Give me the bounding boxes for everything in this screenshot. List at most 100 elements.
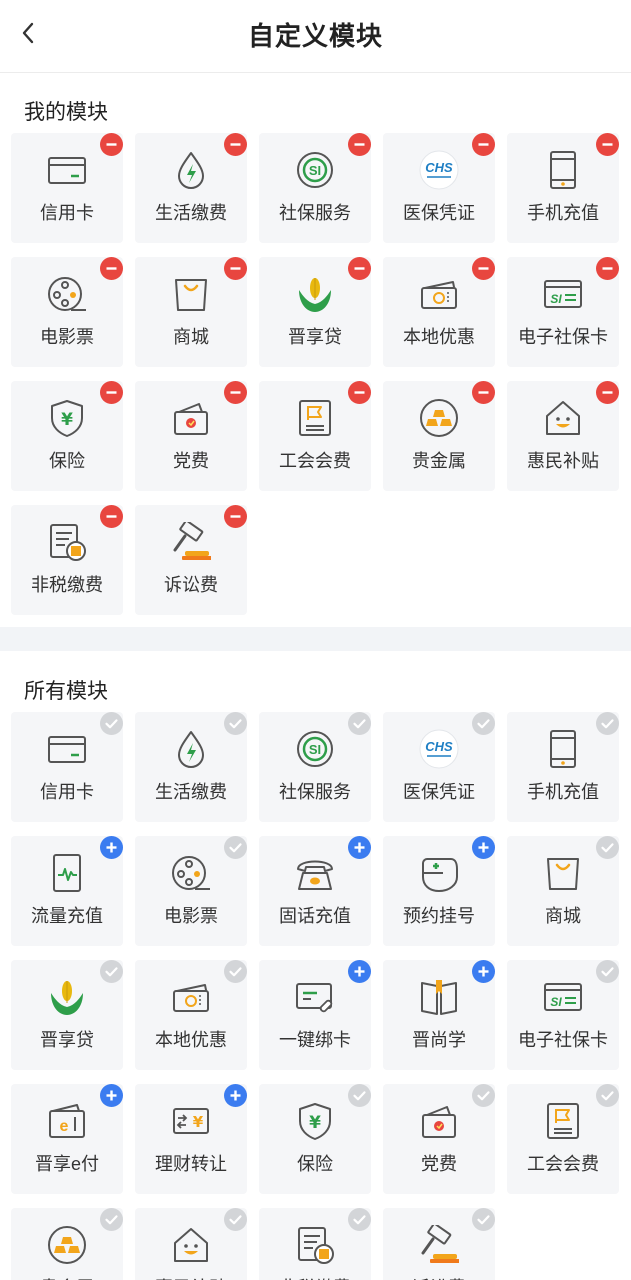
module-tile[interactable]: 非税缴费: [259, 1208, 371, 1280]
remove-badge-icon[interactable]: [100, 381, 123, 404]
added-check-badge-icon[interactable]: [224, 712, 247, 735]
remove-badge-icon[interactable]: [472, 133, 495, 156]
remove-badge-icon[interactable]: [596, 133, 619, 156]
remove-badge-icon[interactable]: [224, 505, 247, 528]
module-label: 电影票: [40, 327, 94, 347]
module-tile[interactable]: 工会会费: [259, 381, 371, 491]
module-tile[interactable]: 贵金属: [383, 381, 495, 491]
shield-yen-icon: ¥: [295, 1101, 335, 1141]
module-tile[interactable]: 商城: [135, 257, 247, 367]
shield-yen-icon: ¥: [47, 398, 87, 438]
module-tile[interactable]: 信用卡: [11, 133, 123, 243]
added-check-badge-icon[interactable]: [224, 960, 247, 983]
remove-badge-icon[interactable]: [224, 381, 247, 404]
module-tile[interactable]: 电影票: [135, 836, 247, 946]
added-check-badge-icon[interactable]: [472, 712, 495, 735]
remove-badge-icon[interactable]: [348, 381, 371, 404]
module-tile[interactable]: 固话充值: [259, 836, 371, 946]
remove-badge-icon[interactable]: [348, 257, 371, 280]
remove-badge-icon[interactable]: [224, 257, 247, 280]
module-tile[interactable]: 手机充值: [507, 133, 619, 243]
module-tile[interactable]: 党费: [135, 381, 247, 491]
remove-badge-icon[interactable]: [348, 133, 371, 156]
added-check-badge-icon[interactable]: [596, 712, 619, 735]
module-label: 本地优惠: [403, 327, 475, 347]
module-tile[interactable]: SI 社保服务: [259, 133, 371, 243]
added-check-badge-icon[interactable]: [348, 712, 371, 735]
module-tile[interactable]: SI 电子社保卡: [507, 257, 619, 367]
added-check-badge-icon[interactable]: [348, 1084, 371, 1107]
module-tile[interactable]: 诉讼费: [135, 505, 247, 615]
module-tile[interactable]: 本地优惠: [135, 960, 247, 1070]
remove-badge-icon[interactable]: [596, 257, 619, 280]
module-tile[interactable]: 一键绑卡: [259, 960, 371, 1070]
added-check-badge-icon[interactable]: [472, 1208, 495, 1231]
module-tile[interactable]: ¥ 保险: [259, 1084, 371, 1194]
add-badge-icon[interactable]: [348, 960, 371, 983]
module-label: 非税缴费: [259, 1274, 371, 1280]
module-label: 生活缴费: [155, 782, 227, 802]
svg-text:CHS: CHS: [425, 160, 453, 175]
module-tile[interactable]: 党费: [383, 1084, 495, 1194]
module-tile[interactable]: 预约挂号: [383, 836, 495, 946]
finance-transfer-icon: ¥: [171, 1101, 211, 1141]
module-tile[interactable]: ¥ 理财转让: [135, 1084, 247, 1194]
added-check-badge-icon[interactable]: [224, 1208, 247, 1231]
add-badge-icon[interactable]: [472, 960, 495, 983]
module-tile[interactable]: 流量充值: [11, 836, 123, 946]
module-tile[interactable]: 电影票: [11, 257, 123, 367]
add-badge-icon[interactable]: [224, 1084, 247, 1107]
remove-badge-icon[interactable]: [100, 257, 123, 280]
added-check-badge-icon[interactable]: [100, 712, 123, 735]
module-tile[interactable]: 非税缴费: [11, 505, 123, 615]
module-label: 晋享贷: [40, 1030, 94, 1050]
module-tile[interactable]: 生活缴费: [135, 712, 247, 822]
module-tile[interactable]: SI 社保服务: [259, 712, 371, 822]
module-tile[interactable]: e 晋享e付: [11, 1084, 123, 1194]
add-badge-icon[interactable]: [348, 836, 371, 859]
module-tile[interactable]: 手机充值: [507, 712, 619, 822]
added-check-badge-icon[interactable]: [100, 1208, 123, 1231]
added-check-badge-icon[interactable]: [596, 960, 619, 983]
module-label: 工会会费: [279, 451, 351, 471]
remove-badge-icon[interactable]: [596, 381, 619, 404]
remove-badge-icon[interactable]: [224, 133, 247, 156]
remove-badge-icon[interactable]: [472, 381, 495, 404]
module-tile[interactable]: 工会会费: [507, 1084, 619, 1194]
data-traffic-icon: [47, 853, 87, 893]
added-check-badge-icon[interactable]: [596, 836, 619, 859]
module-tile[interactable]: 晋享贷: [259, 257, 371, 367]
shopping-bag-icon: [543, 853, 583, 893]
module-tile[interactable]: 本地优惠: [383, 257, 495, 367]
party-wallet-icon: [171, 398, 211, 438]
added-check-badge-icon[interactable]: [596, 1084, 619, 1107]
added-check-badge-icon[interactable]: [348, 1208, 371, 1231]
module-label: 手机充值: [527, 782, 599, 802]
remove-badge-icon[interactable]: [472, 257, 495, 280]
added-check-badge-icon[interactable]: [224, 836, 247, 859]
added-check-badge-icon[interactable]: [100, 960, 123, 983]
module-tile[interactable]: ¥ 保险: [11, 381, 123, 491]
module-label: 晋享e付: [34, 1154, 99, 1174]
module-tile[interactable]: 生活缴费: [135, 133, 247, 243]
module-tile[interactable]: SI 电子社保卡: [507, 960, 619, 1070]
module-tile[interactable]: 惠民补贴: [507, 381, 619, 491]
module-tile[interactable]: 晋享贷: [11, 960, 123, 1070]
module-tile[interactable]: 惠民补贴: [135, 1208, 247, 1280]
module-tile[interactable]: CHS 医保凭证: [383, 712, 495, 822]
add-badge-icon[interactable]: [100, 1084, 123, 1107]
coupon-ticket-icon: [171, 977, 211, 1017]
module-tile[interactable]: 贵金属: [11, 1208, 123, 1280]
module-tile[interactable]: 信用卡: [11, 712, 123, 822]
module-tile[interactable]: CHS 医保凭证: [383, 133, 495, 243]
added-check-badge-icon[interactable]: [472, 1084, 495, 1107]
module-tile[interactable]: 商城: [507, 836, 619, 946]
remove-badge-icon[interactable]: [100, 505, 123, 528]
module-tile[interactable]: 诉讼费: [383, 1208, 495, 1280]
gavel-icon: [171, 519, 212, 562]
add-badge-icon[interactable]: [100, 836, 123, 859]
module-label: 保险: [297, 1154, 333, 1174]
module-tile[interactable]: 晋尚学: [383, 960, 495, 1070]
add-badge-icon[interactable]: [472, 836, 495, 859]
remove-badge-icon[interactable]: [100, 133, 123, 156]
